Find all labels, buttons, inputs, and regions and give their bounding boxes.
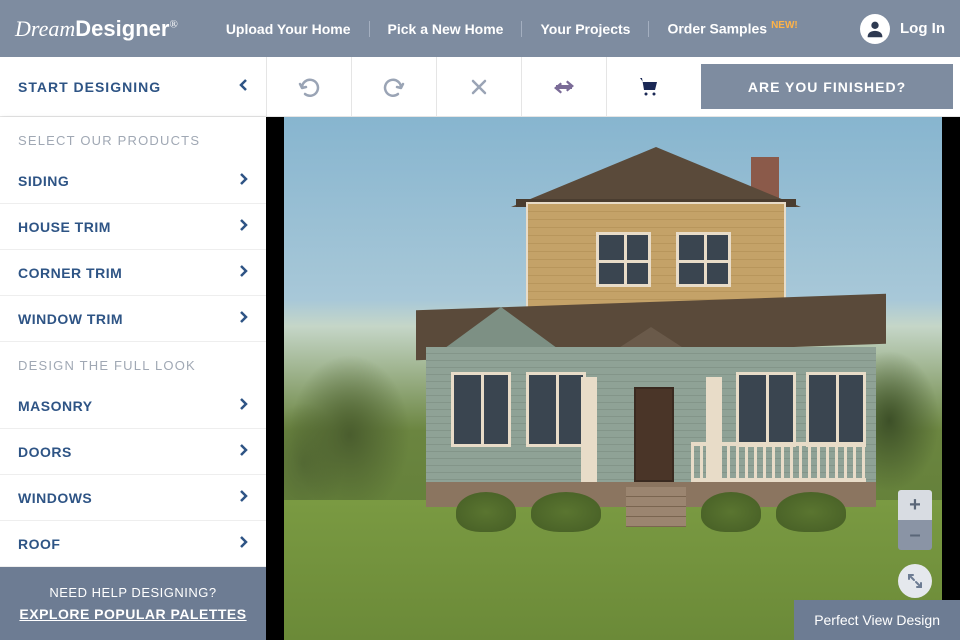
- help-box: NEED HELP DESIGNING? EXPLORE POPULAR PAL…: [0, 567, 266, 640]
- new-badge: NEW!: [771, 20, 798, 31]
- sidebar-item-label: WINDOWS: [18, 490, 92, 506]
- nav-order-samples-label: Order Samples: [667, 21, 767, 37]
- sidebar: SELECT OUR PRODUCTS SIDING HOUSE TRIM CO…: [0, 117, 266, 640]
- login-area: Log In: [860, 14, 945, 44]
- zoom-controls: + –: [898, 490, 932, 550]
- chevron-right-icon: [239, 264, 248, 281]
- help-cta-link[interactable]: EXPLORE POPULAR PALETTES: [18, 606, 248, 622]
- avatar-icon[interactable]: [860, 14, 890, 44]
- top-nav: Upload Your Home Pick a New Home Your Pr…: [208, 20, 860, 37]
- sidebar-item-corner-trim[interactable]: CORNER TRIM: [0, 250, 266, 296]
- undo-button[interactable]: [266, 57, 351, 116]
- nav-order-samples[interactable]: Order Samples NEW!: [649, 20, 815, 37]
- perfect-view-button[interactable]: Perfect View Design: [794, 600, 960, 640]
- finished-button[interactable]: ARE YOU FINISHED?: [701, 64, 953, 109]
- sidebar-item-roof[interactable]: ROOF: [0, 521, 266, 567]
- chevron-left-icon: [238, 78, 248, 95]
- section-head-products: SELECT OUR PRODUCTS: [0, 117, 266, 158]
- start-designing-label: START DESIGNING: [18, 79, 161, 95]
- login-link[interactable]: Log In: [900, 20, 945, 37]
- chevron-right-icon: [239, 489, 248, 506]
- nav-your-projects[interactable]: Your Projects: [522, 21, 649, 37]
- sidebar-item-label: MASONRY: [18, 398, 93, 414]
- chevron-right-icon: [239, 397, 248, 414]
- expand-button[interactable]: [898, 564, 932, 598]
- header: DreamDesigner® Upload Your Home Pick a N…: [0, 0, 960, 57]
- chevron-right-icon: [239, 172, 248, 189]
- chevron-right-icon: [239, 218, 248, 235]
- help-question: NEED HELP DESIGNING?: [18, 585, 248, 600]
- sidebar-item-label: SIDING: [18, 173, 69, 189]
- swap-button[interactable]: [521, 57, 606, 116]
- design-canvas[interactable]: + – Perfect View Design: [266, 117, 960, 640]
- zoom-in-button[interactable]: +: [898, 490, 932, 520]
- logo-bold: Designer: [75, 16, 169, 41]
- cart-button[interactable]: [606, 57, 691, 116]
- logo[interactable]: DreamDesigner®: [15, 16, 178, 42]
- close-button[interactable]: [436, 57, 521, 116]
- house-scene: [266, 117, 960, 640]
- sidebar-item-label: HOUSE TRIM: [18, 219, 111, 235]
- redo-button[interactable]: [351, 57, 436, 116]
- logo-thin: Dream: [15, 16, 75, 41]
- sidebar-item-label: ROOF: [18, 536, 60, 552]
- zoom-out-button[interactable]: –: [898, 520, 932, 550]
- sidebar-item-label: CORNER TRIM: [18, 265, 122, 281]
- main: SELECT OUR PRODUCTS SIDING HOUSE TRIM CO…: [0, 117, 960, 640]
- section-head-design: DESIGN THE FULL LOOK: [0, 342, 266, 383]
- sidebar-item-house-trim[interactable]: HOUSE TRIM: [0, 204, 266, 250]
- nav-upload-home[interactable]: Upload Your Home: [208, 21, 370, 37]
- registered-icon: ®: [169, 18, 177, 30]
- nav-pick-home[interactable]: Pick a New Home: [370, 21, 523, 37]
- house-render: [356, 147, 876, 527]
- sidebar-item-doors[interactable]: DOORS: [0, 429, 266, 475]
- sidebar-item-label: WINDOW TRIM: [18, 311, 123, 327]
- chevron-right-icon: [239, 443, 248, 460]
- sidebar-item-siding[interactable]: SIDING: [0, 158, 266, 204]
- sidebar-item-masonry[interactable]: MASONRY: [0, 383, 266, 429]
- start-designing[interactable]: START DESIGNING: [0, 57, 266, 116]
- sidebar-item-windows[interactable]: WINDOWS: [0, 475, 266, 521]
- chevron-right-icon: [239, 535, 248, 552]
- toolbar: START DESIGNING ARE YOU FINISHED?: [0, 57, 960, 117]
- sidebar-item-window-trim[interactable]: WINDOW TRIM: [0, 296, 266, 342]
- chevron-right-icon: [239, 310, 248, 327]
- sidebar-item-label: DOORS: [18, 444, 72, 460]
